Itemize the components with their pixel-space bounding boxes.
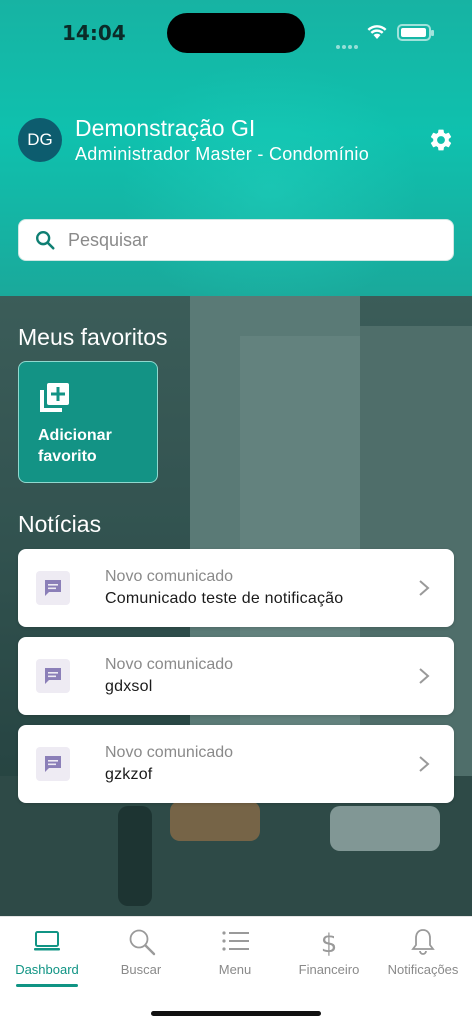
add-favorite-button[interactable]: Adicionar favorito <box>18 361 158 483</box>
monitor-icon <box>34 931 60 951</box>
news-title: Notícias <box>18 511 102 537</box>
user-role: Administrador Master - Condomínio <box>75 144 370 164</box>
list-icon <box>222 931 249 951</box>
active-tab-indicator <box>16 984 78 987</box>
add-to-list-icon <box>40 383 69 412</box>
message-icon <box>36 747 70 781</box>
search-input[interactable] <box>68 229 428 251</box>
status-time: 14:04 <box>62 21 126 45</box>
tab-label: Buscar <box>120 962 162 977</box>
battery-icon <box>397 24 434 41</box>
chevron-right-icon <box>419 756 430 772</box>
tab-menu[interactable]: Menu <box>188 917 282 997</box>
search-bar[interactable] <box>18 219 454 261</box>
tab-label: Dashboard <box>15 962 79 977</box>
gear-icon[interactable] <box>428 127 454 153</box>
message-icon <box>36 571 70 605</box>
news-title-text: gdxsol <box>105 678 153 695</box>
news-kind: Novo comunicado <box>105 656 234 673</box>
tab-label: Menu <box>218 962 252 977</box>
user-name: Demonstração GI <box>75 115 256 141</box>
favorites-title: Meus favoritos <box>18 324 168 350</box>
message-icon <box>36 659 70 693</box>
tab-dashboard[interactable]: Dashboard <box>0 917 94 997</box>
add-favorite-label: Adicionar favorito <box>38 427 112 465</box>
tab-label: Financeiro <box>298 962 360 977</box>
search-icon <box>129 929 156 956</box>
tab-buscar[interactable]: Buscar <box>94 917 188 997</box>
news-card[interactable]: Novo comunicado gzkzof <box>18 725 454 803</box>
dynamic-island <box>167 13 305 53</box>
news-kind: Novo comunicado <box>105 568 234 585</box>
chevron-right-icon <box>419 668 430 684</box>
wifi-icon <box>367 25 387 39</box>
status-bar: 14:04 <box>0 0 472 60</box>
news-title-text: Comunicado teste de notificação <box>105 590 344 607</box>
tab-label: Notificações <box>387 962 459 977</box>
news-card[interactable]: Novo comunicado gdxsol <box>18 637 454 715</box>
bell-icon <box>411 929 435 955</box>
home-indicator <box>151 1011 321 1016</box>
news-card[interactable]: Novo comunicado Comunicado teste de noti… <box>18 549 454 627</box>
app-header: 14:04 DG Demonstração GI Administrador M… <box>0 0 472 296</box>
tab-financeiro[interactable]: $ Financeiro <box>282 917 376 997</box>
news-kind: Novo comunicado <box>105 744 234 761</box>
avatar[interactable]: DG <box>18 118 62 162</box>
dollar-icon: $ <box>321 929 338 957</box>
search-icon <box>36 231 55 250</box>
signal-icon <box>336 36 360 54</box>
chevron-right-icon <box>419 580 430 596</box>
tab-notificacoes[interactable]: Notificações <box>376 917 470 997</box>
svg-text:$: $ <box>321 929 338 957</box>
bottom-tab-bar: Dashboard Buscar Menu $ Financeiro Notif… <box>0 916 472 1024</box>
news-title-text: gzkzof <box>105 766 153 783</box>
